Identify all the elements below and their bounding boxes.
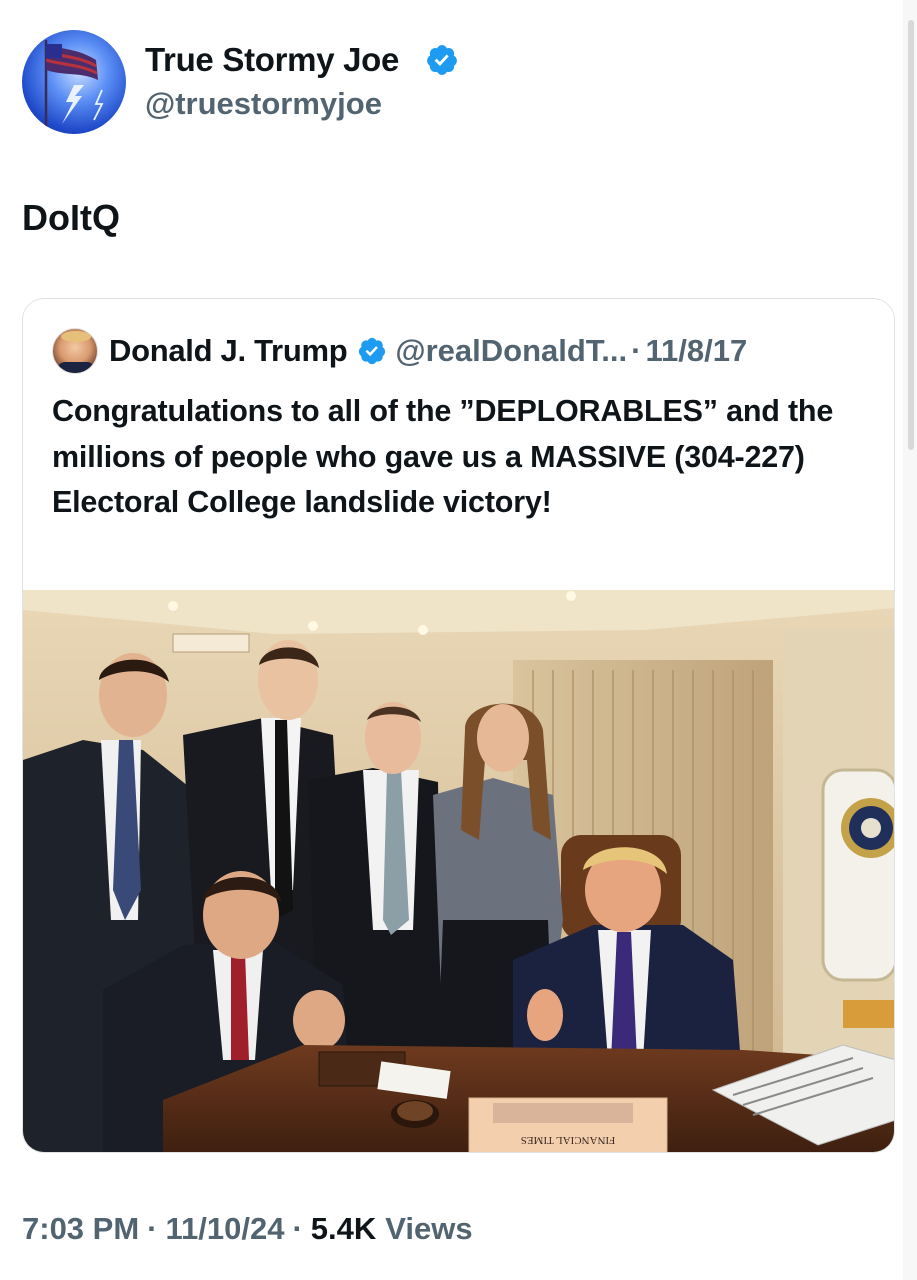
quoted-author-name[interactable]: Donald J. Trump xyxy=(109,333,348,369)
quoted-author-avatar[interactable] xyxy=(52,328,98,374)
separator-dot: · xyxy=(147,1211,158,1246)
quoted-tweet-header: Donald J. Trump @realDonaldT... · 11/8/1… xyxy=(109,331,747,371)
newspaper-masthead: FINANCIAL TIMES xyxy=(521,1134,615,1146)
separator-dot: · xyxy=(292,1211,303,1246)
quoted-tweet-card[interactable]: Donald J. Trump @realDonaldT... · 11/8/1… xyxy=(22,298,895,1153)
tweet-text: DoItQ xyxy=(22,197,120,238)
tweet-meta: 7:03 PM · 11/10/24 · 5.4K Views xyxy=(22,1209,473,1249)
quoted-tweet-text: Congratulations to all of the ”DEPLORABL… xyxy=(52,394,834,519)
author-display-name[interactable]: True Stormy Joe xyxy=(145,40,399,80)
views-count[interactable]: 5.4K xyxy=(311,1209,376,1249)
author-handle[interactable]: @truestormyjoe xyxy=(145,84,382,124)
tweet-detail-page: True Stormy Joe @truestormyjoe DoItQ Don… xyxy=(0,0,917,1280)
tweet-date[interactable]: 11/10/24 xyxy=(166,1209,285,1249)
flag-lightning-avatar-icon xyxy=(44,40,104,128)
verified-badge-icon xyxy=(359,337,386,365)
author-avatar[interactable] xyxy=(22,30,126,134)
quoted-tweet-photo[interactable]: FINANCIAL TIMES xyxy=(23,590,895,1153)
quoted-author-handle[interactable]: @realDonaldT... xyxy=(395,333,627,369)
tweet-time[interactable]: 7:03 PM xyxy=(22,1209,139,1249)
views-label[interactable]: Views xyxy=(385,1209,472,1249)
scrollbar-track[interactable] xyxy=(903,0,917,1280)
separator-dot: · xyxy=(631,333,642,368)
quoted-tweet-date[interactable]: 11/8/17 xyxy=(645,333,747,369)
scrollbar-thumb[interactable] xyxy=(908,20,914,450)
verified-badge-icon xyxy=(427,45,457,75)
